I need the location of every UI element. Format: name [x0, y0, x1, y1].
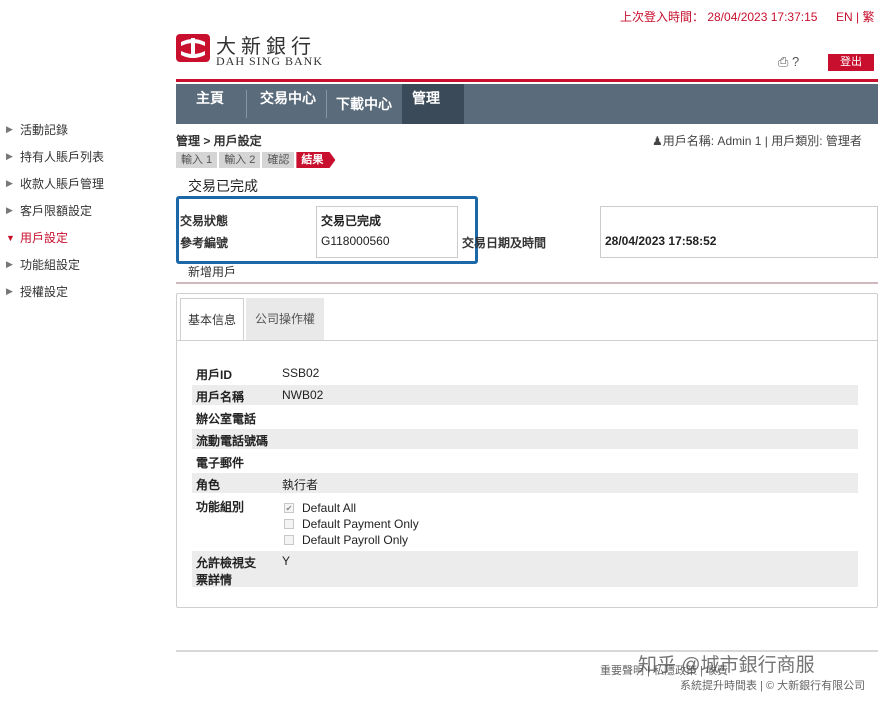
checkbox-icon — [284, 535, 294, 545]
bank-logo[interactable]: 大新銀行 DAH SING BANK — [176, 30, 326, 70]
bank-name-en: DAH SING BANK — [216, 54, 324, 68]
sidebar-item-function-groups[interactable]: ▶ 功能組設定 — [6, 251, 166, 278]
view-cheque-label-line2: 票詳情 — [196, 573, 233, 587]
function-group-option: Default Payment Only — [284, 517, 419, 531]
section-divider — [176, 282, 878, 284]
breadcrumb: 管理 > 用戶設定 — [176, 134, 262, 148]
chevron-right-icon: ▶ — [6, 259, 13, 269]
sidebar-item-payee-accounts[interactable]: ▶ 收款人賬戶管理 — [6, 170, 166, 197]
detail-row-email: 電子郵件 — [192, 451, 858, 471]
nav-home[interactable]: 主頁 — [186, 84, 234, 124]
user-name-label: 用戶名稱 — [196, 390, 245, 404]
checkbox-checked-icon: ✔ — [284, 503, 294, 513]
highlight-frame — [176, 196, 478, 264]
footer-copyright: 系統提升時間表 | © 大新銀行有限公司 — [680, 680, 866, 692]
nav-download-center[interactable]: 下載中心 — [326, 90, 402, 130]
datetime-label: 交易日期及時間 — [462, 236, 547, 250]
chevron-right-icon: ▶ — [6, 205, 13, 215]
nav-management[interactable]: 管理 — [402, 84, 464, 124]
sidebar-item-authorization[interactable]: ▶ 授權設定 — [6, 278, 166, 305]
sidebar-item-label: 持有人賬戶列表 — [20, 150, 105, 164]
tab-divider — [176, 340, 878, 341]
step-input-2: 輸入 2 — [219, 152, 261, 168]
tab-company-rights[interactable]: 公司操作權 — [246, 298, 324, 340]
nav-transaction-center[interactable]: 交易中心 — [250, 84, 326, 124]
detail-row-user-name: 用戶名稱 NWB02 — [192, 385, 858, 405]
user-info: ♟用戶名稱: Admin 1 | 用戶類別: 管理者 — [652, 132, 862, 149]
status-label: 交易狀態 — [180, 214, 229, 228]
view-cheque-value: Y — [282, 554, 291, 568]
function-group-label: 功能組別 — [196, 500, 245, 514]
function-group-option: ✔ Default All — [284, 501, 356, 515]
chevron-down-icon: ▼ — [6, 232, 15, 243]
sidebar-item-user-settings[interactable]: ▼ 用戶設定 — [6, 224, 166, 251]
section-title: 新增用戶 — [188, 265, 237, 279]
main-nav: 主頁 交易中心 下載中心 管理 — [176, 84, 878, 124]
language-switch[interactable]: EN | 繁 — [836, 8, 874, 25]
option-label: Default Payment Only — [302, 517, 419, 531]
option-label: Default Payroll Only — [302, 533, 409, 547]
datetime-value: 28/04/2023 17:58:52 — [605, 234, 717, 248]
print-help-icons[interactable]: ⎙ ? — [778, 54, 799, 70]
sidebar-item-label: 活動記錄 — [20, 123, 69, 137]
detail-row-user-id: 用戶ID SSB02 — [192, 363, 858, 383]
mobile-label: 流動電話號碼 — [196, 434, 269, 448]
sidebar-item-label: 授權設定 — [20, 285, 69, 299]
detail-row-view-cheque: 允許檢視支票詳情 Y — [192, 551, 858, 587]
nav-separator — [246, 90, 247, 118]
email-label: 電子郵件 — [196, 456, 245, 470]
sidebar-item-holder-accounts[interactable]: ▶ 持有人賬戶列表 — [6, 143, 166, 170]
office-phone-label: 辦公室電話 — [196, 412, 257, 426]
sidebar-item-label: 功能組設定 — [20, 258, 81, 272]
user-name-value: NWB02 — [282, 388, 324, 402]
progress-steps: 輸入 1 輸入 2 確認 結果 — [176, 152, 337, 168]
last-login-time: 上次登入時間： 28/04/2023 17:37:15 — [620, 10, 818, 24]
sidebar-item-label: 用戶設定 — [20, 231, 69, 245]
logout-button[interactable]: 登出 — [828, 54, 874, 71]
user-info-text: 用戶名稱: Admin 1 | 用戶類別: 管理者 — [662, 134, 862, 148]
watermark: 知乎 @城市銀行商服 — [638, 655, 815, 676]
reference-value: G118000560 — [321, 234, 390, 248]
chevron-right-icon: ▶ — [6, 286, 13, 296]
tab-basic-info[interactable]: 基本信息 — [180, 298, 244, 340]
step-input-1: 輸入 1 — [176, 152, 218, 168]
sidebar: ▶ 活動記錄 ▶ 持有人賬戶列表 ▶ 收款人賬戶管理 ▶ 客戶限額設定 ▼ 用戶設定 ▶ 功… — [6, 116, 166, 305]
detail-row-role: 角色 執行者 — [192, 473, 858, 493]
sidebar-item-customer-limits[interactable]: ▶ 客戶限額設定 — [6, 197, 166, 224]
page-title: 交易已完成 — [188, 178, 258, 194]
bank-logo-icon — [176, 34, 210, 62]
user-id-label: 用戶ID — [196, 368, 233, 382]
user-id-value: SSB02 — [282, 366, 320, 380]
header-divider — [176, 79, 878, 82]
step-confirm: 確認 — [262, 152, 295, 168]
reference-label: 參考編號 — [180, 236, 229, 250]
role-label: 角色 — [196, 478, 221, 492]
view-cheque-label-line1: 允許檢視支 — [196, 556, 257, 570]
detail-row-mobile: 流動電話號碼 — [192, 429, 858, 449]
status-value: 交易已完成 — [321, 214, 382, 228]
chevron-right-icon: ▶ — [6, 151, 13, 161]
sidebar-item-label: 客戶限額設定 — [20, 204, 93, 218]
checkbox-icon — [284, 519, 294, 529]
chevron-right-icon: ▶ — [6, 124, 13, 134]
step-result: 結果 — [296, 152, 336, 168]
role-value: 執行者 — [282, 478, 319, 492]
option-label: Default All — [302, 501, 357, 515]
detail-row-office-phone: 辦公室電話 — [192, 407, 858, 427]
view-cheque-label: 允許檢視支 票詳情 — [196, 554, 256, 588]
datetime-box — [600, 206, 878, 258]
chevron-right-icon: ▶ — [6, 178, 13, 188]
user-icon: ♟ — [652, 134, 663, 148]
sidebar-item-label: 收款人賬戶管理 — [20, 177, 105, 191]
sidebar-item-activity-log[interactable]: ▶ 活動記錄 — [6, 116, 166, 143]
function-group-option: Default Payroll Only — [284, 533, 408, 547]
